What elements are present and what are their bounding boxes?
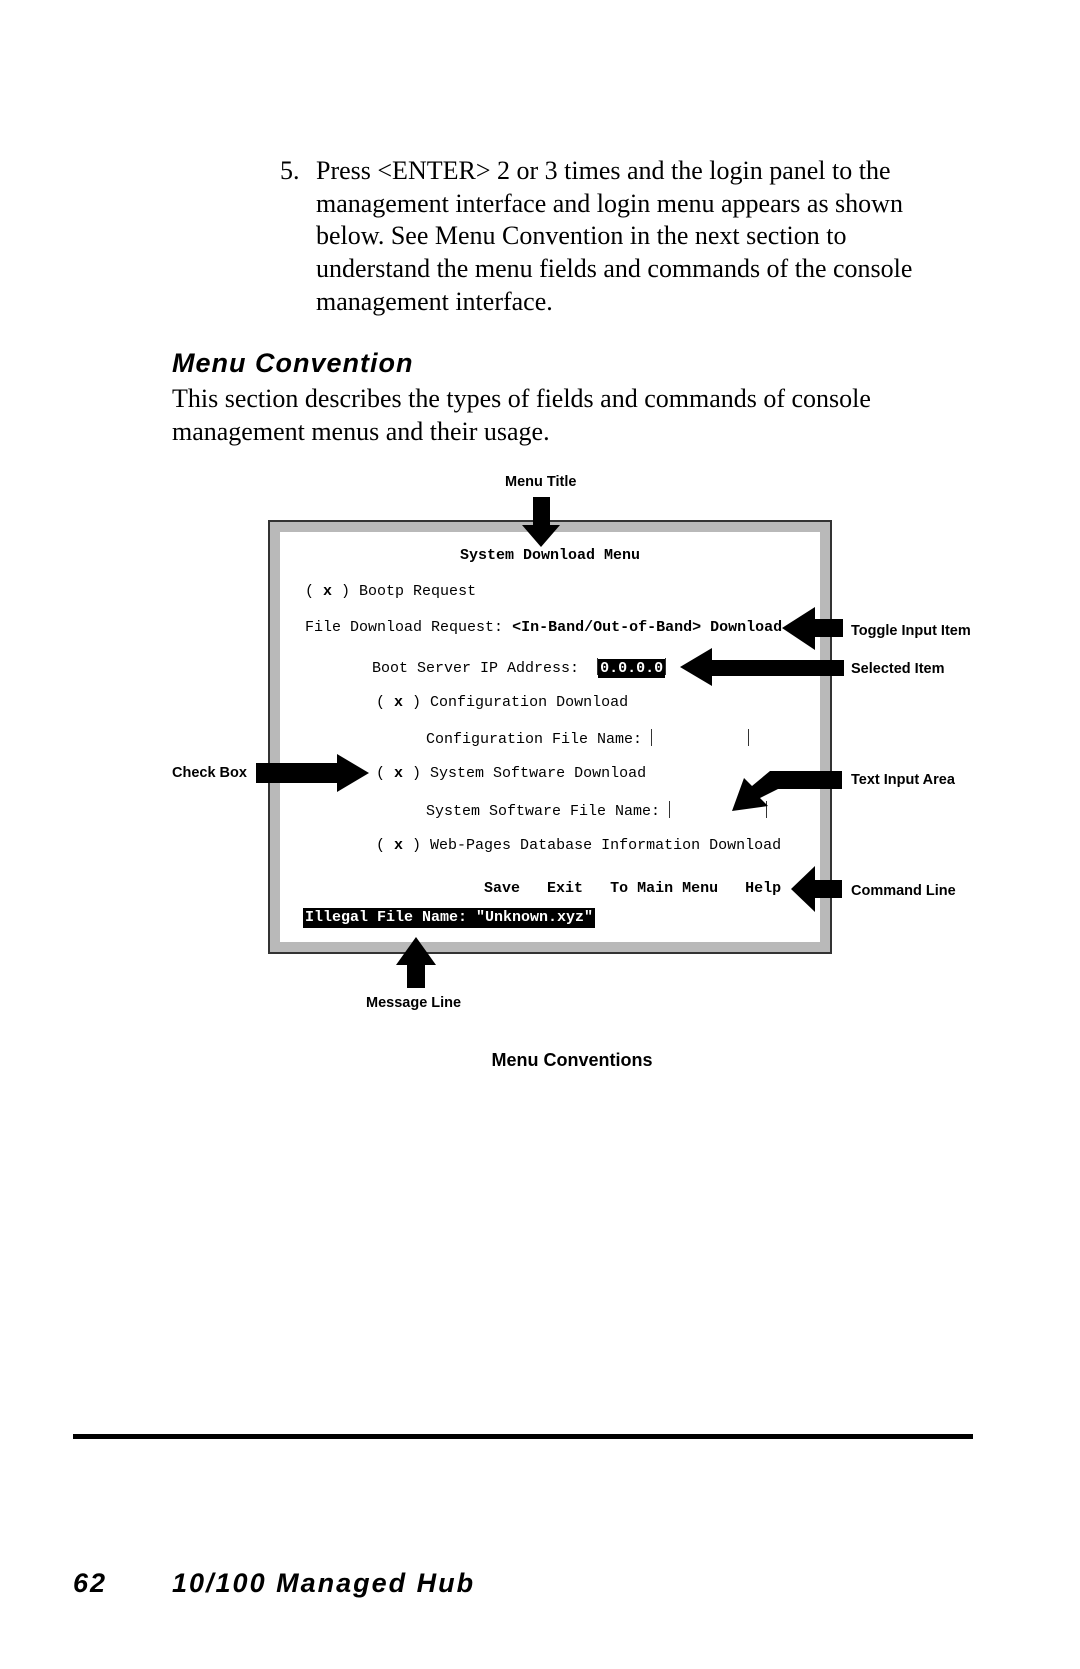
arrow-down-icon (522, 497, 560, 547)
footer-rule (73, 1434, 973, 1439)
arrow-left-icon (791, 866, 842, 912)
document-page: 5. Press <ENTER> 2 or 3 times and the lo… (0, 0, 1080, 1669)
callout-message-line: Message Line (366, 995, 462, 1011)
footer-title: 10/100 Managed Hub (172, 1568, 476, 1598)
callout-command-line: Command Line (851, 883, 956, 899)
arrow-left-icon (680, 648, 844, 686)
arrow-left-icon (782, 607, 843, 650)
callout-text-input: Text Input Area (851, 772, 955, 788)
arrow-right-icon (256, 754, 369, 792)
callout-selected: Selected Item (851, 661, 945, 677)
callout-arrows (256, 497, 844, 988)
arrow-up-icon (396, 937, 436, 988)
arrow-bent-icon (732, 771, 842, 811)
callout-toggle: Toggle Input Item (851, 623, 971, 639)
figure-caption: Menu Conventions (491, 1050, 653, 1070)
callout-check-box: Check Box (172, 765, 247, 781)
page-number: 62 (73, 1568, 108, 1598)
